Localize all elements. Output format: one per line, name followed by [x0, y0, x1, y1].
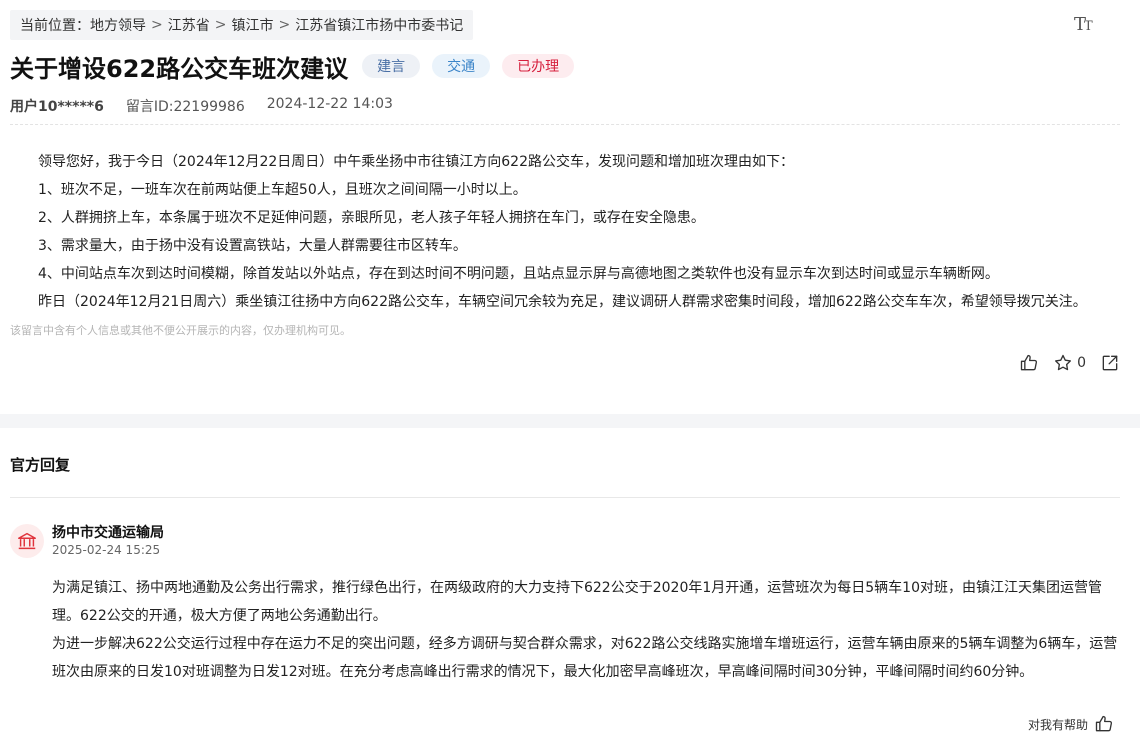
- font-size-icon[interactable]: TT: [1074, 14, 1096, 36]
- share-icon: [1102, 355, 1118, 371]
- reply-org-name: 扬中市交通运输局: [52, 525, 164, 541]
- post-paragraph: 昨日（2024年12月21日周六）乘坐镇江往扬中方向622路公交车，车辆空间冗余…: [38, 294, 1087, 310]
- reply-date: 2025-02-24 15:25: [52, 543, 161, 557]
- breadcrumb-item-city[interactable]: 镇江市: [231, 15, 273, 35]
- page-title: 关于增设622路公交车班次建议: [10, 54, 349, 83]
- reply-paragraph: 为满足镇江、扬中两地通勤及公务出行需求，推行绿色出行，在两级政府的大力支持下62…: [52, 580, 1102, 624]
- like-button[interactable]: [1019, 352, 1039, 374]
- share-button[interactable]: [1100, 352, 1120, 374]
- breadcrumb-separator: >: [151, 17, 163, 33]
- post-datetime: 2024-12-22 14:03: [266, 96, 393, 112]
- post-content: 领导您好，我于今日（2024年12月22日周日）中午乘坐扬中市往镇江方向622路…: [38, 148, 1128, 316]
- message-id: 留言ID:22199986: [125, 99, 245, 115]
- government-building-icon: [18, 532, 36, 550]
- thumbs-up-icon: [1095, 715, 1113, 732]
- post-header: 关于增设622路公交车班次建议 建言 交通 已办理: [10, 48, 575, 84]
- breadcrumb-separator: >: [278, 17, 291, 33]
- tag-traffic: 交通: [432, 54, 491, 78]
- post-author: 用户10*****6: [10, 99, 104, 115]
- post-paragraph: 1、班次不足，一班车次在前两站便上车超50人，且班次之间间隔一小时以上。: [38, 182, 527, 198]
- star-icon: [1055, 354, 1072, 371]
- helpful-button[interactable]: 对我有帮助: [1028, 714, 1114, 734]
- breadcrumb-item-region[interactable]: 地方领导: [90, 15, 146, 35]
- helpful-label: 对我有帮助: [1027, 717, 1088, 732]
- post-paragraph: 4、中间站点车次到达时间模糊，除首发站以外站点，存在到达时间不明问题，且站点显示…: [38, 266, 999, 282]
- post-meta: 用户10*****6 留言ID:22199986 2024-12-22 14:0…: [10, 96, 393, 116]
- breadcrumb-prefix: 当前位置：: [20, 18, 90, 34]
- post-paragraph: 2、人群拥挤上车，本条属于班次不足延伸问题，亲眼所见，老人孩子年轻人拥挤在车门，…: [38, 210, 705, 226]
- breadcrumb-item-leader[interactable]: 江苏省镇江市扬中市委书记: [295, 15, 463, 35]
- divider: [10, 497, 1120, 498]
- divider: [10, 124, 1120, 125]
- tag-suggestion: 建言: [362, 54, 421, 78]
- breadcrumb-separator: >: [214, 17, 227, 33]
- favorite-button[interactable]: 0: [1053, 352, 1086, 374]
- reply-paragraph: 为进一步解决622公交运行过程中存在运力不足的突出问题，经多方调研与契合群众需求…: [52, 636, 1118, 680]
- post-actions: 0: [1019, 352, 1120, 374]
- status-badge: 已办理: [502, 54, 575, 78]
- breadcrumb-item-province[interactable]: 江苏省: [168, 15, 210, 35]
- post-paragraph: 3、需求量大，由于扬中没有设置高铁站，大量人群需要往市区转车。: [38, 238, 467, 254]
- thumbs-up-icon: [1020, 354, 1038, 371]
- favorite-count: 0: [1077, 355, 1086, 371]
- privacy-note: 该留言中含有个人信息或其他不便公开展示的内容，仅办理机构可见。: [10, 324, 351, 337]
- reply-content: 为满足镇江、扬中两地通勤及公务出行需求，推行绿色出行，在两级政府的大力支持下62…: [52, 574, 1122, 686]
- post-paragraph: 领导您好，我于今日（2024年12月22日周日）中午乘坐扬中市往镇江方向622路…: [38, 154, 794, 170]
- section-separator: [0, 414, 1140, 428]
- reply-heading: 官方回复: [10, 456, 71, 474]
- breadcrumb: 当前位置： 地方领导 > 江苏省 > 镇江市 > 江苏省镇江市扬中市委书记: [10, 10, 474, 40]
- avatar: [10, 524, 44, 558]
